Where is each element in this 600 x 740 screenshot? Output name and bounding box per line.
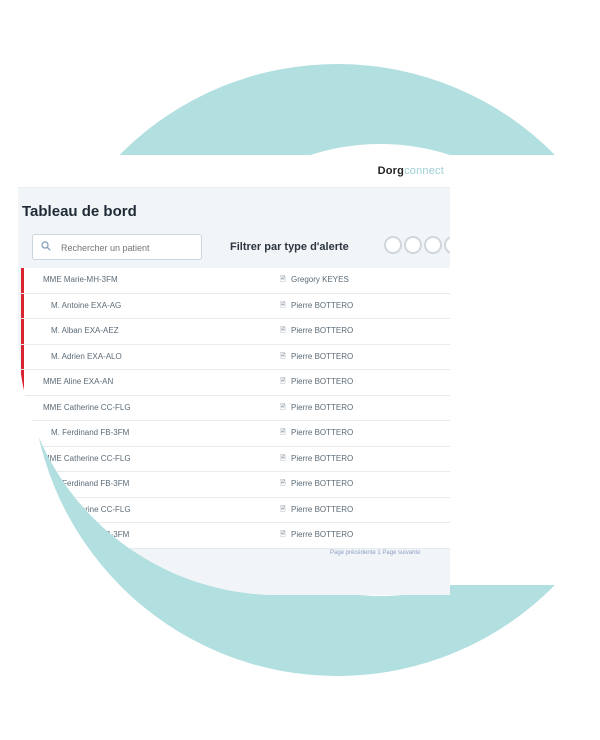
- brand-bold: Dorg: [377, 165, 405, 177]
- doctor-name: Pierre BOTTERO: [291, 479, 354, 488]
- doctor-icon: 🗎: [280, 531, 286, 538]
- alert-type-4-icon[interactable]: [444, 236, 450, 254]
- doctor-name: Pierre BOTTERO: [291, 326, 354, 335]
- table-footer: Voir 10 éléments par page Page précédente …: [18, 546, 450, 566]
- search-box[interactable]: [32, 234, 202, 260]
- page-title: Tableau de bord: [22, 203, 137, 220]
- patient-name[interactable]: MME Catherine CC-FLG: [43, 403, 131, 412]
- patient-table: MME Marie-MH-3FM🗎Gregory KEYES↕○M. Antoi…: [21, 268, 450, 549]
- doctor-name: Pierre BOTTERO: [291, 530, 354, 539]
- table-row[interactable]: MME Marie-MH-3FM🗎Gregory KEYES↕○: [21, 268, 450, 294]
- patient-name[interactable]: M. Ferdinand FB-3FM: [51, 428, 129, 437]
- patient-name[interactable]: M. Ferdinand FB-3FM: [51, 479, 129, 488]
- alert-type-3-icon[interactable]: [424, 236, 442, 254]
- per-page-select[interactable]: 10: [50, 550, 64, 558]
- table-row[interactable]: M. Alban EXA-AEZ🗎Pierre BOTTERO↕○○: [21, 319, 450, 345]
- doctor-name: Pierre BOTTERO: [291, 504, 354, 514]
- search-icon: [41, 241, 51, 251]
- doctor-icon: 🗎: [280, 276, 286, 283]
- doctor-name: Gregory KEYES: [291, 275, 349, 284]
- doctor-icon: 🗎: [280, 352, 286, 360]
- patient-name[interactable]: M. Alban EXA-AEZ: [51, 326, 119, 335]
- per-page-prefix: Voir: [38, 551, 49, 557]
- doctor-name: Pierre BOTTERO: [291, 453, 354, 463]
- doctor-icon: 🗎: [280, 505, 286, 513]
- doctor-name: Pierre BOTTERO: [291, 300, 354, 310]
- per-page-suffix: éléments par page: [65, 551, 115, 557]
- table-row[interactable]: MME Catherine CC-FLG🗎Pierre BOTTERO○: [21, 498, 450, 523]
- table-row[interactable]: M. Antoine EXA-AG🗎Pierre BOTTERO↕○○: [21, 293, 450, 319]
- doctor-icon: 🗎: [280, 454, 286, 462]
- patient-name[interactable]: M. Antoine EXA-AG: [51, 301, 121, 310]
- patient-name[interactable]: MME Marie-MH-3FM: [43, 275, 118, 284]
- doctor-icon: 🗎: [280, 301, 286, 309]
- search-input[interactable]: [59, 239, 198, 257]
- doctor-icon: 🗎: [280, 480, 286, 487]
- doctor-icon: 🗎: [280, 327, 286, 334]
- alert-flag: [21, 268, 24, 293]
- brand-light: connect: [404, 165, 444, 177]
- alert-type-1-icon[interactable]: [384, 236, 402, 254]
- table-row[interactable]: M. Ferdinand FB-3FM 🗎 Pierre BOTTERO: [21, 523, 450, 549]
- alert-flag: [21, 344, 24, 369]
- alert-type-2-icon[interactable]: [404, 236, 422, 254]
- alert-flag: [21, 370, 24, 395]
- table-row[interactable]: MME Catherine CC-FLG🗎Pierre BOTTERO○○○: [21, 396, 450, 421]
- per-page-control: Voir 10 éléments par page: [38, 550, 115, 558]
- table-row[interactable]: M. Ferdinand FB-3FM🗎Pierre BOTTERO○○: [21, 472, 450, 498]
- pagination[interactable]: Page précédente 1 Page suivante: [330, 550, 420, 556]
- dashboard: Tableau de bord Filtrer par type d'alert…: [18, 188, 450, 595]
- alert-flag: [21, 293, 24, 318]
- doctor-icon: 🗎: [280, 429, 286, 436]
- patient-name[interactable]: MME Catherine CC-FLG: [43, 454, 131, 463]
- doctor-name: Pierre BOTTERO: [291, 402, 354, 412]
- alert-flag: [21, 319, 24, 344]
- brand-logo[interactable]: Dorgconnect: [378, 165, 444, 177]
- top-bar: Dorgconnect: [18, 155, 450, 188]
- doctor-icon: 🗎: [280, 403, 286, 411]
- table-row[interactable]: M. Adrien EXA-ALO🗎Pierre BOTTERO↕O₂○: [21, 344, 450, 370]
- filter-label: Filtrer par type d'alerte: [230, 241, 349, 253]
- doctor-name: Pierre BOTTERO: [291, 377, 354, 386]
- app-screenshot: Dorgconnect Tableau de bord Filtrer par …: [18, 155, 450, 595]
- patient-name[interactable]: M. Ferdinand FB-3FM: [51, 530, 129, 539]
- table-row[interactable]: MME Aline EXA-AN🗎Pierre BOTTERO↕○○: [21, 370, 450, 396]
- patient-name[interactable]: M. Adrien EXA-ALO: [51, 352, 122, 361]
- doctor-name: Pierre BOTTERO: [291, 428, 354, 437]
- table-row[interactable]: MME Catherine CC-FLG🗎Pierre BOTTERO○○: [21, 447, 450, 472]
- doctor-icon: 🗎: [280, 378, 286, 385]
- table-row[interactable]: M. Ferdinand FB-3FM🗎Pierre BOTTERO○○: [21, 421, 450, 447]
- patient-name[interactable]: MME Catherine CC-FLG: [43, 505, 131, 514]
- patient-name[interactable]: MME Aline EXA-AN: [43, 377, 113, 386]
- doctor-name: Pierre BOTTERO: [291, 351, 354, 361]
